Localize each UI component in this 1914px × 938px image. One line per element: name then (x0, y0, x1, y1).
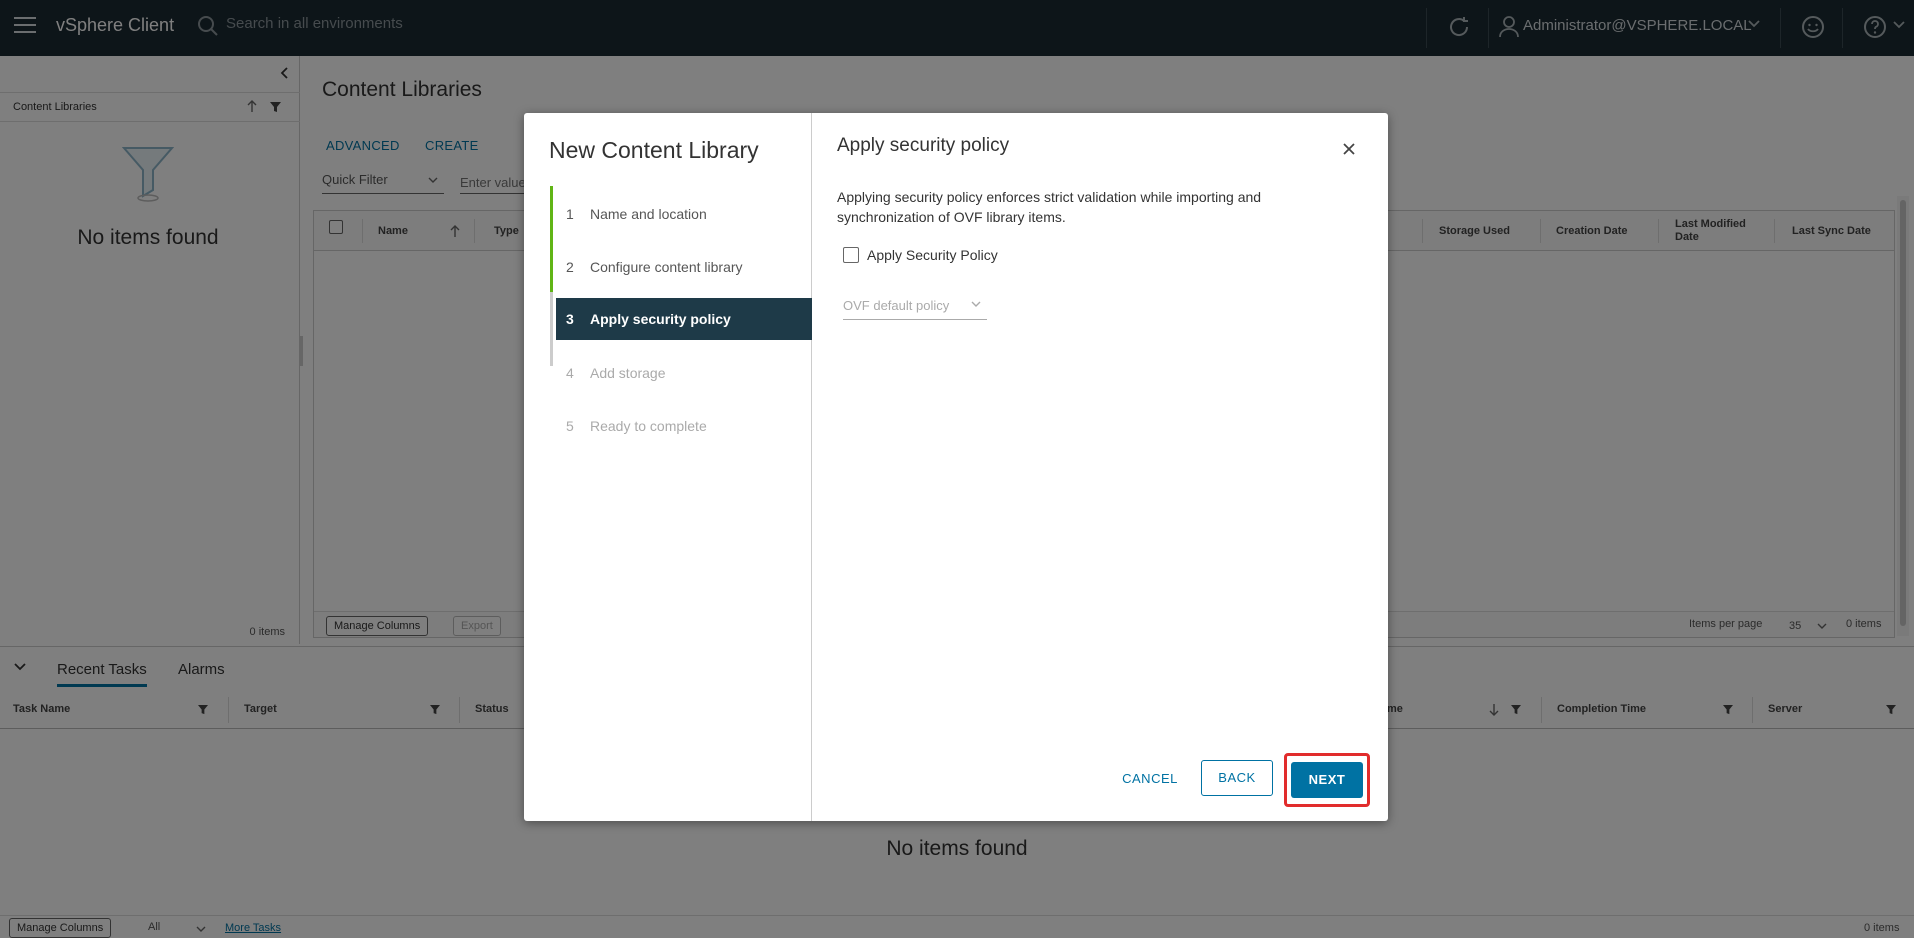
wizard-title: New Content Library (549, 137, 759, 163)
apply-security-policy-checkbox[interactable] (843, 247, 859, 263)
wizard-step-name-and-location[interactable]: 1 Name and location (556, 193, 812, 235)
new-content-library-dialog: New Content Library 1 Name and location … (524, 113, 1388, 821)
cancel-button[interactable]: CANCEL (1114, 761, 1186, 797)
apply-security-policy-label[interactable]: Apply Security Policy (867, 247, 998, 263)
step-title: Apply security policy (837, 135, 1010, 156)
wizard-step-add-storage: 4 Add storage (556, 352, 812, 394)
step-number: 3 (566, 311, 574, 327)
step-label: Configure content library (590, 259, 743, 275)
security-policy-select: OVF default policy (843, 298, 987, 320)
step-label: Apply security policy (590, 311, 731, 327)
back-button[interactable]: BACK (1201, 760, 1273, 796)
wizard-content: Apply security policy Applying security … (812, 113, 1388, 821)
wizard-step-ready-to-complete: 5 Ready to complete (556, 405, 812, 447)
step-number: 5 (566, 418, 574, 434)
step-number: 1 (566, 206, 574, 222)
wizard-step-configure-content-library[interactable]: 2 Configure content library (556, 246, 812, 288)
step-label: Ready to complete (590, 418, 707, 434)
chevron-down-icon (971, 301, 981, 307)
wizard-step-nav: New Content Library 1 Name and location … (524, 113, 812, 821)
security-policy-value: OVF default policy (843, 298, 950, 313)
wizard-progress-rail (550, 186, 553, 366)
step-label: Name and location (590, 206, 707, 222)
step-description: Applying security policy enforces strict… (837, 189, 1262, 225)
step-number: 4 (566, 365, 574, 381)
close-icon[interactable] (1341, 141, 1357, 157)
next-button[interactable]: NEXT (1291, 762, 1363, 798)
step-label: Add storage (590, 365, 666, 381)
completed-steps-indicator (550, 186, 553, 292)
step-number: 2 (566, 259, 574, 275)
next-button-highlight: NEXT (1284, 753, 1370, 807)
wizard-step-apply-security-policy[interactable]: 3 Apply security policy (556, 298, 812, 340)
